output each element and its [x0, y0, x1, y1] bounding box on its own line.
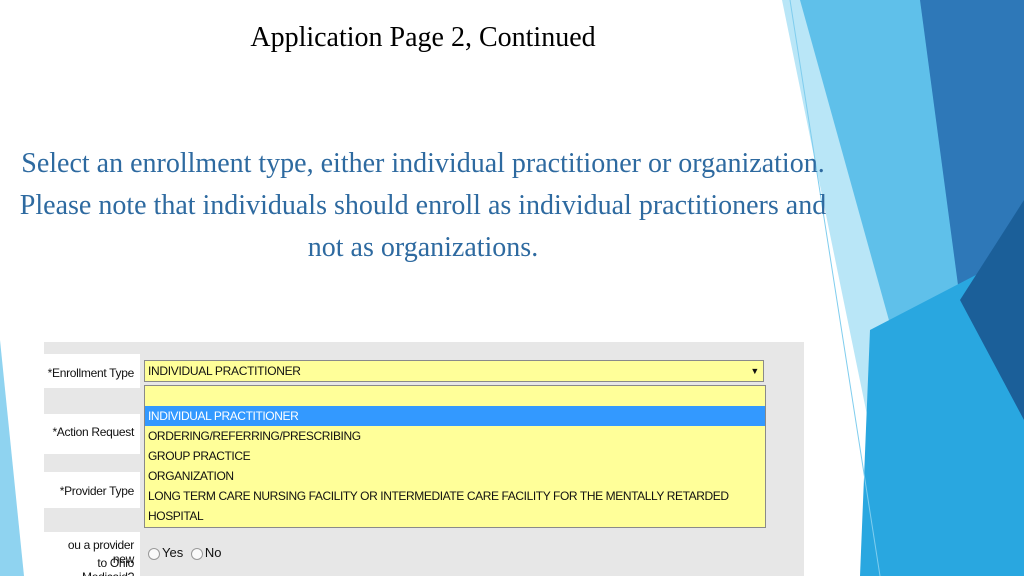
- radio-yes[interactable]: [148, 547, 160, 560]
- enrollment-type-label: *Enrollment Type: [47, 366, 135, 380]
- enrollment-type-select[interactable]: INDIVIDUAL PRACTITIONER ▼: [144, 360, 764, 382]
- dropdown-arrow-icon[interactable]: ▼: [750, 361, 759, 381]
- new-provider-radio-group: Yes No: [148, 545, 225, 560]
- provider-type-label: *Provider Type: [59, 484, 135, 498]
- radio-no-label: No: [204, 545, 222, 560]
- option-group-practice[interactable]: GROUP PRACTICE: [145, 446, 765, 466]
- option-ordering-referring-prescribing[interactable]: ORDERING/REFERRING/PRESCRIBING: [145, 426, 765, 446]
- radio-no[interactable]: [190, 547, 203, 560]
- selected-value: INDIVIDUAL PRACTITIONER: [148, 364, 301, 378]
- form-screenshot: *Enrollment Type *Action Request *Provid…: [44, 342, 804, 576]
- slide-body-text: Select an enrollment type, either indivi…: [19, 148, 827, 263]
- option-individual-practitioner[interactable]: INDIVIDUAL PRACTITIONER: [145, 406, 765, 426]
- slide-title: Application Page 2, Continued: [250, 22, 596, 53]
- option-hospital[interactable]: HOSPITAL: [145, 506, 765, 526]
- enrollment-type-options-list[interactable]: INDIVIDUAL PRACTITIONER ORDERING/REFERRI…: [144, 385, 766, 528]
- option-long-term-care[interactable]: LONG TERM CARE NURSING FACILITY OR INTER…: [145, 486, 765, 506]
- action-request-label: *Action Request: [52, 425, 134, 439]
- new-provider-label-line2: to Ohio Medicaid?: [82, 556, 134, 576]
- option-organization[interactable]: ORGANIZATION: [145, 466, 765, 486]
- radio-yes-label: Yes: [162, 545, 184, 560]
- option-blank[interactable]: [145, 386, 765, 406]
- left-accent-shape: [0, 340, 24, 576]
